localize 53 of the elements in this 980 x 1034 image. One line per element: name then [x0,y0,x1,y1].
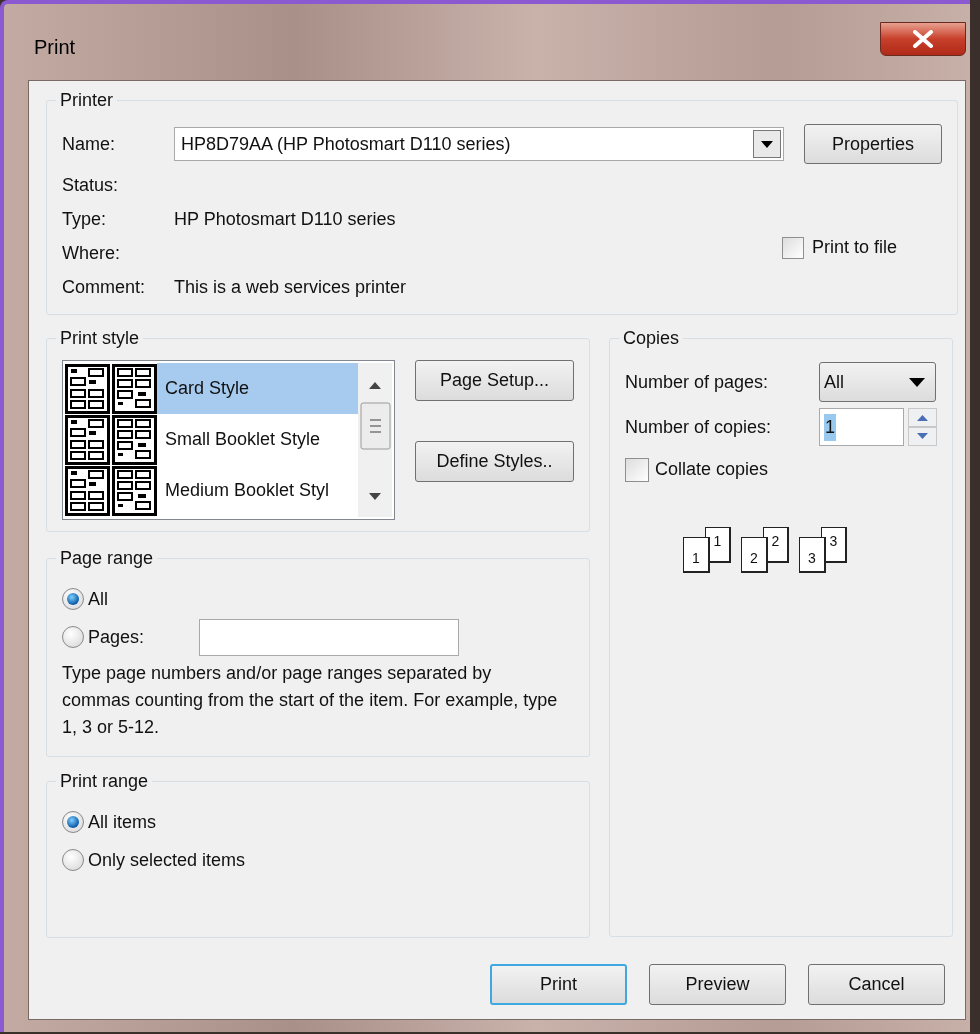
checkbox[interactable] [782,236,804,259]
close-button[interactable] [880,22,966,56]
style-button[interactable]: Page Setup... [415,360,574,401]
dialog-button[interactable]: Cancel [808,964,945,1005]
field-label: Type: [62,207,108,231]
pages-dropdown[interactable]: All [819,362,936,402]
window-title: Print [34,35,76,60]
page-sheet: 1 [683,537,710,573]
field-label: Number of pages: [625,370,770,394]
layout-icon [112,363,157,414]
printer-dropdown[interactable]: HP8D79AA (HP Photosmart D110 series) [174,127,784,161]
dialog-button[interactable]: Preview [649,964,786,1005]
radio-label[interactable]: All [88,585,199,613]
pages-field[interactable] [199,618,459,656]
radio-button[interactable] [62,849,84,871]
name-label: Name: [62,132,116,156]
copies-field[interactable]: 1 [819,408,904,446]
dialog-button[interactable]: Print [490,964,627,1005]
layout-icon [65,363,110,414]
group-label: Print range [59,770,150,793]
group-label: Printer [59,89,114,112]
field-label: Comment: [62,275,147,299]
help-text: Type page numbers and/or page ranges separated by commas counting from the start of the item. For example, type 1, 3 or 5-12. [62,662,559,739]
radio-label[interactable]: All items [88,808,156,836]
radio-button[interactable] [62,626,84,648]
style-list[interactable]: Card Style Small Booklet Style Medium Booklet Styl [62,360,395,520]
checkbox-label[interactable]: Print to file [812,234,898,261]
layout-icon [65,465,110,516]
close-icon [912,30,934,48]
field-label: Where: [62,241,122,265]
checkbox[interactable] [625,457,649,482]
page-sheet: 2 [741,537,768,573]
group-label: Print style [59,327,141,350]
properties-button[interactable]: Properties [804,124,942,164]
scrollbar[interactable] [358,363,392,517]
layout-icon [65,414,110,465]
field-value: HP Photosmart D110 series [174,207,396,231]
radio-button[interactable] [62,588,84,610]
field-label: Status: [62,173,120,197]
group-label: Copies [622,327,681,350]
page-sheet: 3 [799,537,826,573]
field-label: Number of copies: [625,415,773,439]
checkbox-label[interactable]: Collate copies [655,456,769,483]
layout-icon [112,465,157,516]
style-button[interactable]: Define Styles.. [415,441,574,482]
field-value: This is a web services printer [174,275,407,299]
layout-icon [112,414,157,465]
dropdown-arrow-icon [909,377,925,387]
radio-label[interactable]: Pages: [88,623,199,651]
group-label: Page range [59,547,155,570]
radio-button[interactable] [62,811,84,833]
radio-label[interactable]: Only selected items [88,846,246,874]
spinner-arrows-icon[interactable] [908,408,937,446]
